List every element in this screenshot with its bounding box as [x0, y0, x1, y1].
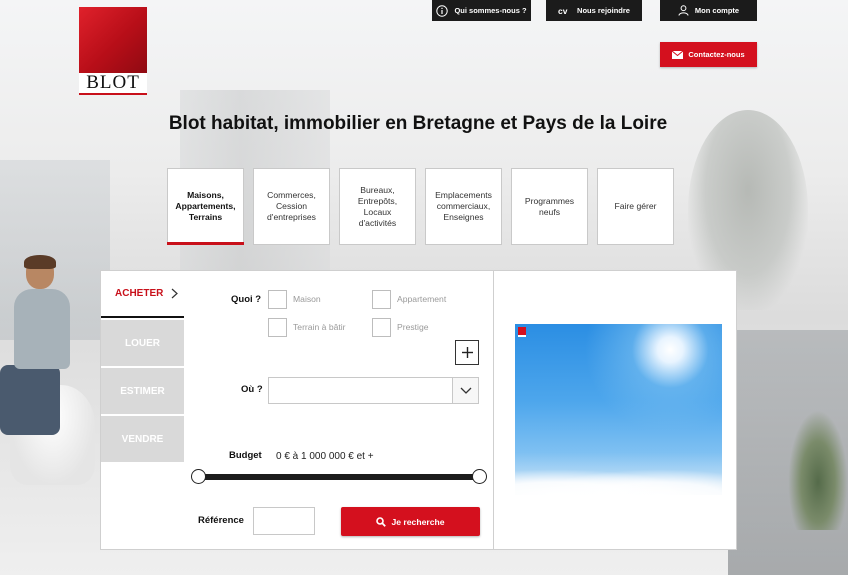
reference-input[interactable]: [253, 507, 315, 535]
location-dropdown-toggle[interactable]: [452, 378, 478, 403]
sky-promo-image[interactable]: [515, 324, 722, 495]
panel-divider: [493, 271, 494, 549]
checkbox-label-prestige: Prestige: [397, 322, 429, 332]
my-account-button[interactable]: Mon compte: [660, 0, 757, 21]
tab-louer[interactable]: LOUER: [101, 320, 184, 366]
logo-text: BLOT: [86, 72, 140, 93]
svg-text:cv: cv: [558, 6, 568, 15]
budget-slider[interactable]: [198, 474, 479, 480]
cv-icon: cv: [558, 6, 568, 15]
search-submit-button[interactable]: Je recherche: [341, 507, 480, 536]
who-are-we-label: Qui sommes-nous ?: [454, 6, 527, 15]
my-account-label: Mon compte: [694, 6, 740, 15]
blot-logo[interactable]: BLOT: [79, 7, 147, 95]
budget-max-handle[interactable]: [471, 469, 487, 484]
category-tab-property-management[interactable]: Faire gérer: [597, 168, 674, 245]
contact-us-label: Contactez-nous: [688, 50, 745, 59]
budget-min-handle[interactable]: [190, 469, 206, 484]
join-us-button[interactable]: cv Nous rejoindre: [546, 0, 642, 21]
search-icon: [376, 516, 387, 527]
background-plant: [788, 410, 848, 530]
more-types-button[interactable]: [455, 340, 479, 365]
transaction-tabs: ACHETER LOUER ESTIMER VENDRE: [101, 271, 184, 464]
mini-logo: [518, 327, 526, 335]
info-icon: [436, 4, 449, 17]
plus-icon: [461, 347, 473, 358]
who-are-we-button[interactable]: Qui sommes-nous ?: [432, 0, 531, 21]
chevron-down-icon: [460, 387, 471, 394]
tab-estimer[interactable]: ESTIMER: [101, 368, 184, 414]
category-tab-retail-locations[interactable]: Emplacements commerciaux, Enseignes: [425, 168, 502, 245]
contact-us-button[interactable]: Contactez-nous: [660, 42, 757, 67]
checkbox-terrain[interactable]: [268, 318, 287, 337]
category-tab-offices[interactable]: Bureaux, Entrepôts, Locaux d'activités: [339, 168, 416, 245]
join-us-label: Nous rejoindre: [577, 6, 630, 15]
where-label: Où ?: [241, 384, 263, 395]
search-panel: ACHETER LOUER ESTIMER VENDRE Quoi ? Mais…: [100, 270, 737, 550]
checkbox-appartement[interactable]: [372, 290, 391, 309]
user-icon: [678, 5, 689, 16]
budget-range-value: 0 € à 1 000 000 € et +: [276, 451, 374, 462]
checkbox-label-terrain: Terrain à bâtir: [293, 322, 346, 332]
tab-acheter[interactable]: ACHETER: [101, 271, 184, 318]
search-submit-label: Je recherche: [391, 516, 445, 527]
mail-icon: [672, 50, 684, 59]
reference-label: Référence: [198, 515, 244, 526]
category-tab-residential[interactable]: Maisons, Appartements, Terrains: [167, 168, 244, 245]
budget-label: Budget: [229, 450, 262, 461]
background-person: [0, 255, 95, 485]
category-tabs: Maisons, Appartements, Terrains Commerce…: [167, 168, 674, 245]
checkbox-label-appartement: Appartement: [397, 294, 447, 304]
what-label: Quoi ?: [231, 294, 262, 305]
checkbox-label-maison: Maison: [293, 294, 321, 304]
category-tab-new-programs[interactable]: Programmes neufs: [511, 168, 588, 245]
tab-vendre[interactable]: VENDRE: [101, 416, 184, 462]
chevron-right-icon: [171, 288, 178, 299]
page-title: Blot habitat, immobilier en Bretagne et …: [168, 113, 668, 134]
checkbox-maison[interactable]: [268, 290, 287, 309]
category-tab-commerces[interactable]: Commerces, Cession d'entreprises: [253, 168, 330, 245]
checkbox-prestige[interactable]: [372, 318, 391, 337]
location-select[interactable]: [268, 377, 479, 404]
